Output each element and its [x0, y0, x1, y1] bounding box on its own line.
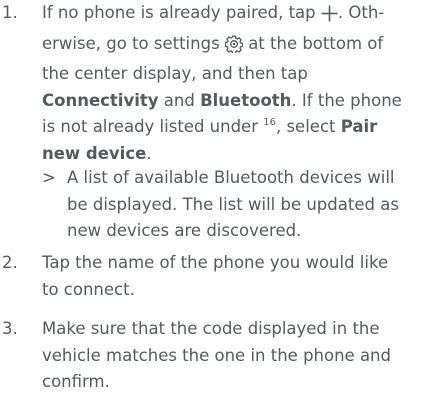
text-run: at the bottom of	[248, 33, 384, 53]
text-run: If no phone is already paired, tap	[42, 3, 316, 22]
text-run: is not already listed under	[42, 117, 258, 137]
step-line: to connect.	[42, 279, 135, 299]
settings-gear-icon	[224, 35, 244, 62]
reference-superscript: 16	[263, 117, 276, 129]
step-line: the center display, and then tap	[42, 61, 448, 88]
step-line: If no phone is already paired, tap . Oth…	[42, 0, 448, 31]
step-line: Connectivity and Bluetooth. If the phone	[42, 88, 448, 115]
step-line: vehicle matches the one in the phone and	[42, 345, 391, 365]
step-number: 2.	[2, 253, 18, 272]
new-device-label: new device	[42, 143, 147, 163]
step-line: erwise, go to settings at the bottom of	[42, 31, 448, 62]
result-line: new devices are discovered.	[67, 221, 302, 241]
text-run: .	[146, 143, 152, 163]
text-run: . If the phone	[291, 90, 402, 110]
bluetooth-label: Bluetooth	[200, 90, 292, 110]
step-text: Make sure that the code displayed in the…	[42, 316, 448, 396]
step-line: Tap the name of the phone you would like	[42, 253, 389, 272]
step-text: If no phone is already paired, tap . Oth…	[42, 0, 448, 168]
step-number: 3.	[2, 319, 18, 338]
step-line: new device.	[42, 141, 448, 168]
result-line: be displayed. The list will be updated a…	[67, 194, 399, 214]
plus-icon	[321, 4, 338, 31]
step-line: Make sure that the code displayed in the	[42, 319, 380, 338]
step-line: confirm.	[42, 372, 110, 392]
text-run: and	[163, 90, 195, 110]
connectivity-label: Connectivity	[42, 90, 159, 110]
text-run: , select	[275, 117, 336, 137]
pair-label: Pair	[340, 117, 378, 137]
text-run: the center display, and then tap	[42, 64, 308, 84]
result-marker: >	[42, 168, 56, 187]
text-run: erwise, go to settings	[42, 33, 220, 53]
step-number: 1.	[2, 3, 18, 22]
text-run: . Oth-	[337, 3, 385, 22]
step-text: Tap the name of the phone you would like…	[42, 250, 448, 303]
step-line: is not already listed under 16, select P…	[42, 114, 448, 141]
instructions-document: 1. If no phone is already paired, tap . …	[0, 0, 448, 399]
result-line: A list of available Bluetooth devices wi…	[67, 168, 395, 187]
result-text: A list of available Bluetooth devices wi…	[67, 165, 448, 245]
